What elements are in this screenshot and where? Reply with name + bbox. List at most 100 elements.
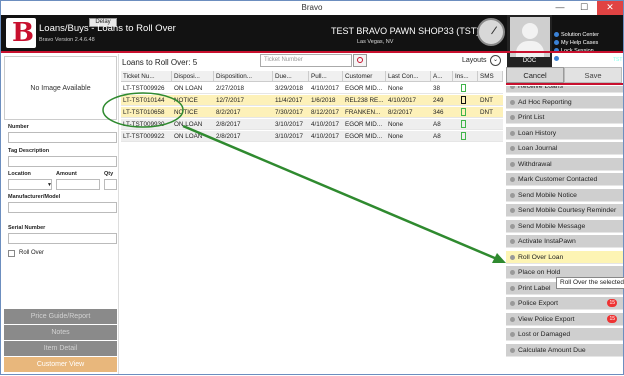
table-cell: NOTICE [174, 97, 198, 104]
table-cell [455, 83, 478, 94]
location-select[interactable]: ▼ [8, 179, 52, 190]
save-button[interactable]: Save [564, 67, 622, 83]
table-cell: None [388, 85, 404, 92]
table-row[interactable]: LT-TST010658 NOTICE 8/2/2017 7/30/2017 8/12/… [121, 107, 503, 118]
amount-field[interactable] [56, 179, 100, 190]
ticket-search-input[interactable]: Ticket Number [260, 54, 352, 67]
column-header[interactable]: Pull... [309, 71, 343, 82]
column-header[interactable]: Ticket Nu... [121, 71, 172, 82]
solution-center-link[interactable]: Solution Center [554, 31, 599, 39]
column-header[interactable]: Customer [343, 71, 386, 82]
table-cell: LT-TST009926 [123, 85, 165, 92]
my-help-cases-link[interactable]: My Help Cases [554, 39, 599, 47]
table-row[interactable]: LT-TST010144 NOTICE 12/7/2017 11/4/2017 1/6/… [121, 95, 503, 106]
table-cell: 3/10/2017 [275, 121, 304, 128]
column-header[interactable]: A... [431, 71, 453, 82]
chevron-down-icon: ▼ [47, 182, 52, 188]
column-header[interactable]: Last Con... [386, 71, 431, 82]
user-avatar-box[interactable]: DOC [507, 15, 552, 67]
close-button[interactable]: ✕ [597, 1, 623, 15]
qty-field[interactable] [104, 179, 117, 190]
column-header[interactable]: Disposi... [172, 71, 214, 82]
page-title: Loans/Buys - Loans to Roll Over [39, 23, 176, 34]
window-title: Bravo [301, 3, 323, 12]
customer-view-button[interactable]: Customer View [4, 357, 117, 372]
column-header[interactable]: Disposition... [214, 71, 273, 82]
action-icon [510, 285, 515, 291]
table-cell: SMS [480, 83, 503, 94]
column-header[interactable]: Due... [273, 71, 309, 82]
notes-button[interactable]: Notes [4, 325, 117, 340]
table-cell: 4/10/2017 [311, 133, 340, 140]
tooltip: Roll Over the selected [556, 277, 624, 289]
table-row[interactable]: LT-TST009930 ON LOAN 2/8/2017 3/10/2017 4/10… [121, 119, 503, 130]
search-button[interactable] [353, 54, 367, 67]
minimize-button[interactable]: — [549, 1, 571, 15]
action-label: Loan Journal [518, 145, 558, 152]
table-cell: A8 [433, 121, 441, 128]
action-item[interactable]: Withdrawal [506, 157, 623, 171]
qty-label: Qty [104, 171, 114, 177]
action-item[interactable]: Send Mobile Courtesy Reminder [506, 204, 623, 217]
bravo-logo-icon: B [6, 18, 36, 48]
action-item[interactable]: Send Mobile Message [506, 219, 623, 233]
serial-number-field[interactable] [8, 233, 117, 244]
action-icon [510, 223, 515, 229]
time-clock-link[interactable]: Time Clock [554, 55, 599, 63]
chevron-down-icon[interactable]: ⌄ [490, 55, 501, 66]
table-cell: ON LOAN [174, 85, 203, 92]
column-header[interactable]: Ins... [453, 71, 478, 82]
tag-description-field[interactable] [8, 156, 117, 167]
print-icon[interactable] [461, 96, 466, 104]
action-label: View Police Export [518, 315, 575, 323]
action-icon [510, 115, 515, 120]
action-item[interactable]: Calculate Amount Due [506, 343, 623, 357]
table-cell: 12/7/2017 [216, 97, 245, 104]
table-row[interactable]: LT-TST009926 ON LOAN 2/27/2018 3/29/2018 4/1… [121, 83, 503, 94]
action-label: Ad Hoc Reporting [518, 98, 572, 106]
column-header[interactable]: SMS [478, 71, 503, 82]
action-label: Print Label [518, 284, 551, 292]
table-row[interactable]: LT-TST009922 ON LOAN 2/8/2017 3/10/2017 4/10… [121, 131, 503, 142]
item-detail-button[interactable]: Item Detail [4, 341, 117, 356]
cancel-button[interactable]: Cancel [506, 67, 564, 83]
table-cell: 3/10/2017 [275, 133, 304, 140]
action-item[interactable]: Police Export 15 [506, 297, 623, 310]
manufacturer-field[interactable] [8, 202, 117, 213]
action-icon [510, 239, 515, 244]
table-cell: FRANKEN... [345, 109, 381, 116]
table-cell: 346 [433, 109, 444, 116]
action-item[interactable]: Loan Journal [506, 142, 623, 155]
action-icon [510, 99, 515, 105]
rollover-label: Roll Over [19, 250, 45, 256]
print-icon[interactable] [461, 84, 466, 92]
action-item[interactable]: Roll Over Loan [506, 250, 623, 264]
price-guide-button[interactable]: Price Guide/Report [4, 309, 117, 324]
action-item[interactable]: Receive Loans [506, 86, 623, 93]
number-field[interactable] [8, 132, 117, 143]
table-cell: 2/27/2018 [216, 85, 245, 92]
print-icon[interactable] [461, 120, 466, 128]
table-cell: REL238 RE... [345, 97, 384, 104]
action-icon [510, 332, 515, 337]
action-item[interactable]: Send Mobile Notice [506, 188, 623, 202]
action-item[interactable]: View Police Export 15 [506, 312, 623, 326]
action-item[interactable]: Lost or Damaged [506, 328, 623, 341]
rollover-checkbox[interactable] [8, 250, 15, 257]
maximize-button[interactable]: ☐ [573, 1, 595, 15]
tst-label: TST [613, 57, 623, 63]
action-item[interactable]: Ad Hoc Reporting [506, 95, 623, 109]
print-icon[interactable] [461, 108, 466, 116]
table-cell: DNT [480, 109, 493, 116]
item-image-placeholder: No Image Available [4, 56, 117, 120]
table-cell: LT-TST009922 [123, 133, 165, 140]
print-icon[interactable] [461, 132, 466, 140]
table-cell: 2/8/2017 [216, 133, 241, 140]
layouts-label[interactable]: Layouts [462, 57, 487, 64]
action-icon [510, 177, 515, 182]
table-cell: None [388, 133, 404, 140]
action-item[interactable]: Print List [506, 111, 623, 124]
action-item[interactable]: Loan History [506, 126, 623, 140]
action-item[interactable]: Mark Customer Contacted [506, 173, 623, 186]
action-item[interactable]: Activate InstaPawn [506, 235, 623, 248]
